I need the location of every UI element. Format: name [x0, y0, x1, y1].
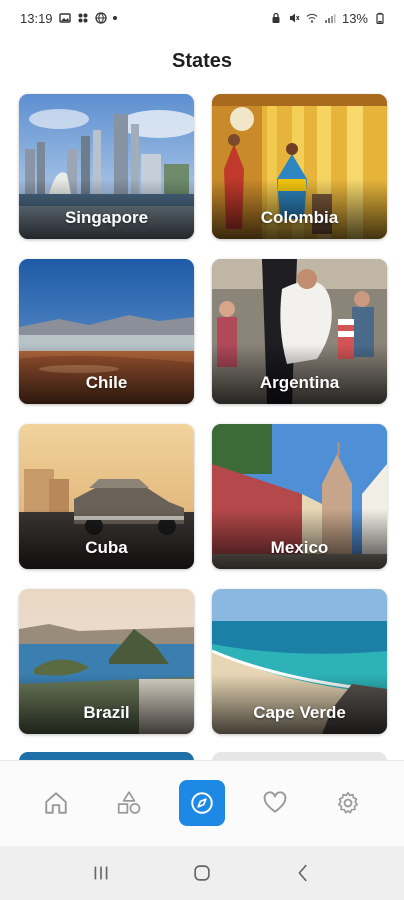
mute-icon [289, 13, 300, 23]
state-name: Colombia [260, 208, 339, 227]
state-name: Singapore [64, 208, 149, 227]
gallery-icon [58, 13, 71, 23]
nav-settings[interactable] [325, 780, 371, 826]
nav-home[interactable] [33, 780, 79, 826]
state-name: Chile [85, 373, 128, 392]
home-icon [45, 792, 68, 814]
nav-categories[interactable] [106, 780, 152, 826]
battery-text: 13% [341, 10, 368, 26]
page-title: States [171, 50, 233, 72]
state-name: Argentina [259, 373, 340, 392]
state-name: Brazil [83, 703, 130, 722]
nav-favorites[interactable] [252, 780, 298, 826]
state-name: Cuba [85, 538, 128, 557]
state-card-singapore[interactable]: Singapore [19, 94, 194, 239]
state-name: Cape Verde [253, 703, 346, 722]
status-left: 13:19 [20, 11, 117, 26]
status-time: 13:19 [20, 10, 53, 26]
status-bar: 13:19 13% [0, 0, 404, 36]
shapes-icon [118, 791, 141, 814]
grid-notify-icon [78, 13, 88, 23]
heart-icon [263, 791, 287, 813]
back-icon [298, 864, 307, 882]
nav-explore[interactable] [178, 780, 225, 826]
system-nav [0, 846, 404, 900]
status-right: 13% [270, 11, 386, 26]
state-card-mexico[interactable]: Mexico [212, 424, 387, 569]
state-card-argentina[interactable]: Argentina [212, 259, 387, 404]
state-name: Mexico [270, 538, 329, 557]
gear-icon [337, 791, 358, 814]
back-button[interactable] [283, 858, 323, 888]
signal-icon [324, 14, 336, 23]
state-card-colombia[interactable]: Colombia [212, 94, 387, 239]
state-card-chile[interactable]: Chile [19, 259, 194, 404]
lock-icon [272, 12, 280, 23]
globe-notify-icon [94, 12, 107, 24]
compass-icon [191, 792, 213, 814]
recents-icon [94, 866, 108, 880]
bottom-nav [0, 760, 404, 845]
home-circle-icon [194, 865, 210, 881]
more-notifications-dot [112, 16, 117, 20]
wifi-icon [306, 13, 318, 23]
state-card-cuba[interactable]: Cuba [19, 424, 194, 569]
state-card-brazil[interactable]: Brazil [19, 589, 194, 734]
recents-button[interactable] [81, 858, 121, 888]
states-grid: Singapore Colombia Chile Argentina Cuba … [19, 94, 387, 734]
state-card-cape-verde[interactable]: Cape Verde [212, 589, 387, 734]
home-button[interactable] [182, 858, 222, 888]
battery-icon [376, 12, 384, 24]
